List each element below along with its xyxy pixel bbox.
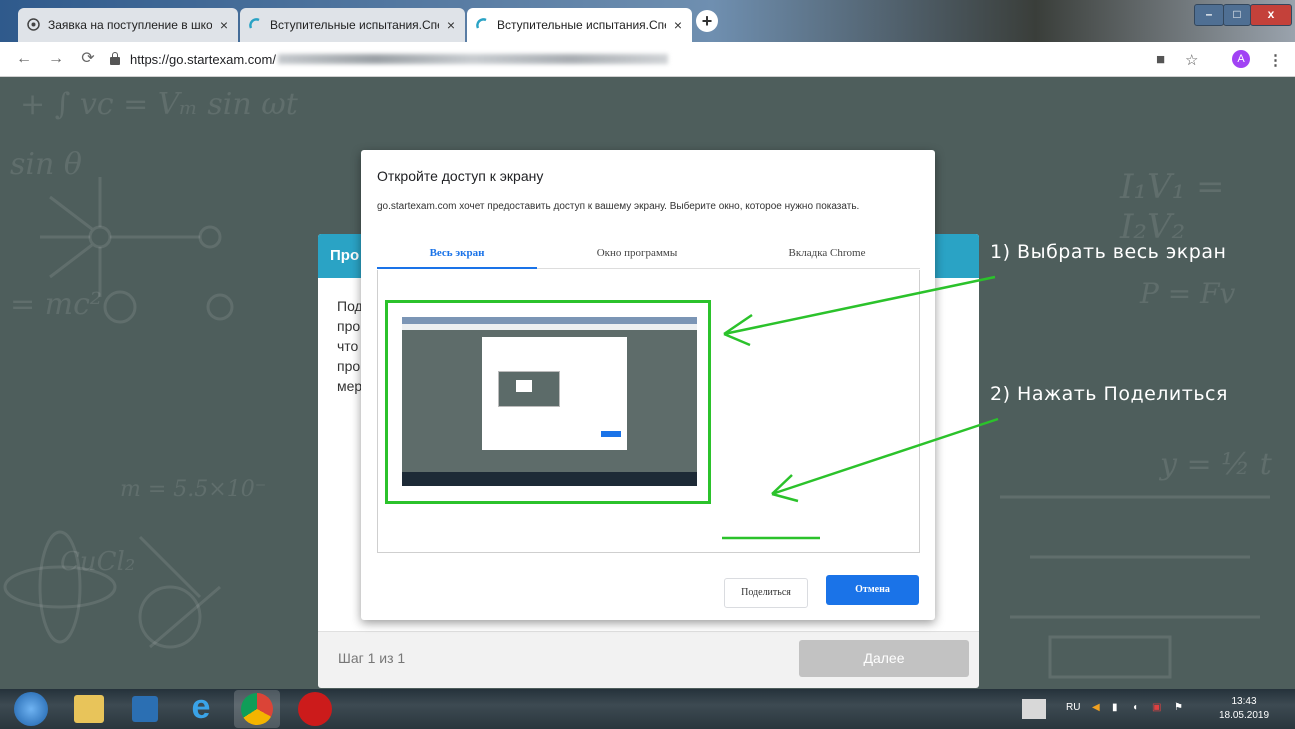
system-clock[interactable]: 13:43 18.05.2019: [1214, 695, 1274, 723]
speaker-icon[interactable]: ◖: [1132, 702, 1138, 713]
clock-time: 13:43: [1231, 696, 1257, 707]
back-icon[interactable]: ←: [14, 49, 34, 69]
tab-close-icon[interactable]: ×: [674, 17, 682, 33]
start-button-icon[interactable]: [14, 692, 48, 726]
star-icon[interactable]: ☆: [1185, 51, 1198, 69]
tab-entrance-exam-1[interactable]: Вступительные испытания.Спец ×: [240, 8, 465, 42]
forward-icon[interactable]: →: [46, 49, 66, 69]
pen-input-icon[interactable]: [1022, 699, 1046, 719]
maximize-button[interactable]: □: [1223, 4, 1251, 26]
startexam-favicon-icon: [249, 18, 260, 29]
windows-taskbar: e RU ◀ ▮ ◖ ▣ ⚑ 13:43 18.05.2019: [0, 689, 1295, 729]
arrow-to-thumbnail-icon: [723, 275, 996, 347]
minimize-button[interactable]: –: [1194, 4, 1224, 26]
close-window-button[interactable]: x: [1250, 4, 1292, 26]
file-explorer-icon[interactable]: [74, 695, 104, 723]
chrome-taskbar-button[interactable]: [234, 690, 280, 728]
media-player-icon[interactable]: [132, 696, 158, 722]
school-favicon-icon: [27, 18, 40, 31]
tab-close-icon[interactable]: ×: [220, 17, 228, 33]
browser-toolbar: ← → ⟳ https://go.startexam.com/ ■ ☆ A ⋮: [0, 42, 1295, 77]
url-text: https://go.startexam.com/: [130, 51, 276, 67]
annotation-step-2: 2) Нажать Поделиться: [990, 383, 1228, 405]
flag-icon[interactable]: ⚑: [1174, 702, 1183, 713]
tab-school-application[interactable]: Заявка на поступление в школу ×: [18, 8, 238, 42]
chrome-icon: [241, 693, 273, 725]
tab-label: Вступительные испытания.Спец: [270, 18, 439, 32]
browser-tab-strip: Заявка на поступление в школу × Вступите…: [0, 0, 1295, 42]
annotation-step-1: 1) Выбрать весь экран: [990, 241, 1227, 263]
tab-label: Заявка на поступление в школу: [48, 18, 212, 32]
address-bar[interactable]: https://go.startexam.com/: [110, 47, 1120, 71]
camera-icon[interactable]: ■: [1156, 51, 1165, 68]
arrow-to-share-button-icon: [771, 417, 999, 503]
language-indicator[interactable]: RU: [1066, 702, 1080, 713]
new-tab-button[interactable]: +: [696, 10, 718, 32]
opera-icon[interactable]: [298, 692, 332, 726]
profile-avatar[interactable]: A: [1232, 50, 1250, 68]
menu-icon[interactable]: ⋮: [1268, 51, 1283, 69]
battery-icon[interactable]: ▣: [1152, 702, 1161, 713]
tab-entrance-exam-2[interactable]: Вступительные испытания.Спец ×: [467, 8, 692, 42]
tab-label: Вступительные испытания.Спец: [497, 18, 666, 32]
lock-icon: [110, 52, 120, 65]
clock-date: 18.05.2019: [1218, 710, 1270, 721]
page-background: + ∫ vc = Vₘ sin ωt sin θ = mc² I₁V₁ = I₂…: [0, 77, 1295, 689]
tab-close-icon[interactable]: ×: [447, 17, 455, 33]
network-icon[interactable]: ▮: [1112, 702, 1118, 713]
url-blurred-path: [277, 54, 668, 64]
internet-explorer-icon[interactable]: e: [184, 690, 218, 726]
reload-icon[interactable]: ⟳: [78, 49, 98, 69]
volume-arrow-icon[interactable]: ◀: [1092, 702, 1100, 713]
startexam-favicon-icon: [476, 18, 487, 29]
